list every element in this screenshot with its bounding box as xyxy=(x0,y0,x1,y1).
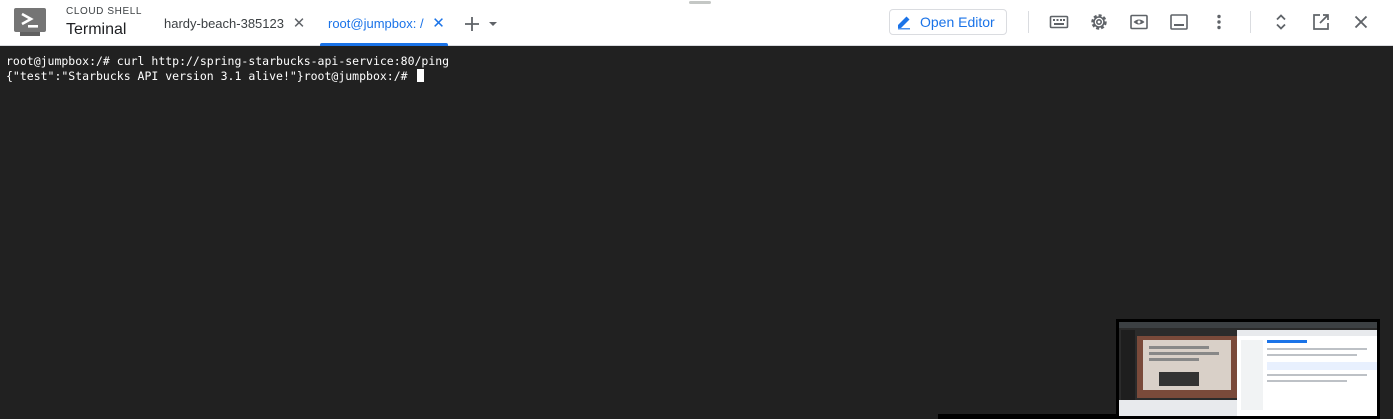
product-title: Terminal xyxy=(66,21,127,38)
settings-icon[interactable] xyxy=(1088,11,1110,33)
tab-hardy-beach[interactable]: hardy-beach-385123 ✕ xyxy=(164,0,306,46)
cloud-shell-logo-icon xyxy=(14,8,46,36)
divider xyxy=(1028,11,1029,33)
tab-root-jumpbox[interactable]: root@jumpbox: / ✕ xyxy=(328,0,446,46)
tab-label: hardy-beach-385123 xyxy=(164,15,284,31)
expand-collapse-icon[interactable] xyxy=(1270,11,1292,33)
divider xyxy=(1250,11,1251,33)
resize-handle[interactable] xyxy=(689,1,711,4)
plus-icon xyxy=(465,17,479,31)
keyboard-icon[interactable] xyxy=(1048,11,1070,33)
add-tab-button[interactable] xyxy=(463,15,503,33)
thumbnail-strip xyxy=(938,414,1118,419)
close-tab-icon[interactable]: ✕ xyxy=(292,14,306,32)
terminal-cursor xyxy=(416,69,424,82)
terminal-line: {"test":"Starbucks API version 3.1 alive… xyxy=(6,69,415,83)
open-in-new-window-icon[interactable] xyxy=(1310,11,1332,33)
terminal-line: root@jumpbox:/# curl http://spring-starb… xyxy=(6,54,450,68)
product-label: CLOUD SHELL xyxy=(66,6,143,17)
thumbnail-image xyxy=(1119,322,1377,416)
terminal-line-with-cursor: {"test":"Starbucks API version 3.1 alive… xyxy=(6,69,424,84)
close-icon[interactable] xyxy=(1350,11,1372,33)
screen-recording-thumbnail[interactable] xyxy=(1116,319,1380,419)
tab-label: root@jumpbox: / xyxy=(328,15,424,31)
open-editor-label: Open Editor xyxy=(920,14,995,30)
pencil-icon xyxy=(898,16,910,30)
more-vert-icon[interactable] xyxy=(1208,11,1230,33)
minimize-panel-icon[interactable] xyxy=(1168,11,1190,33)
close-tab-icon[interactable]: ✕ xyxy=(432,14,446,32)
web-preview-icon[interactable] xyxy=(1128,11,1150,33)
open-editor-button[interactable]: Open Editor xyxy=(889,9,1007,35)
cloud-shell-header: CLOUD SHELL Terminal hardy-beach-385123 … xyxy=(0,0,1393,46)
caret-down-icon[interactable] xyxy=(487,18,499,30)
